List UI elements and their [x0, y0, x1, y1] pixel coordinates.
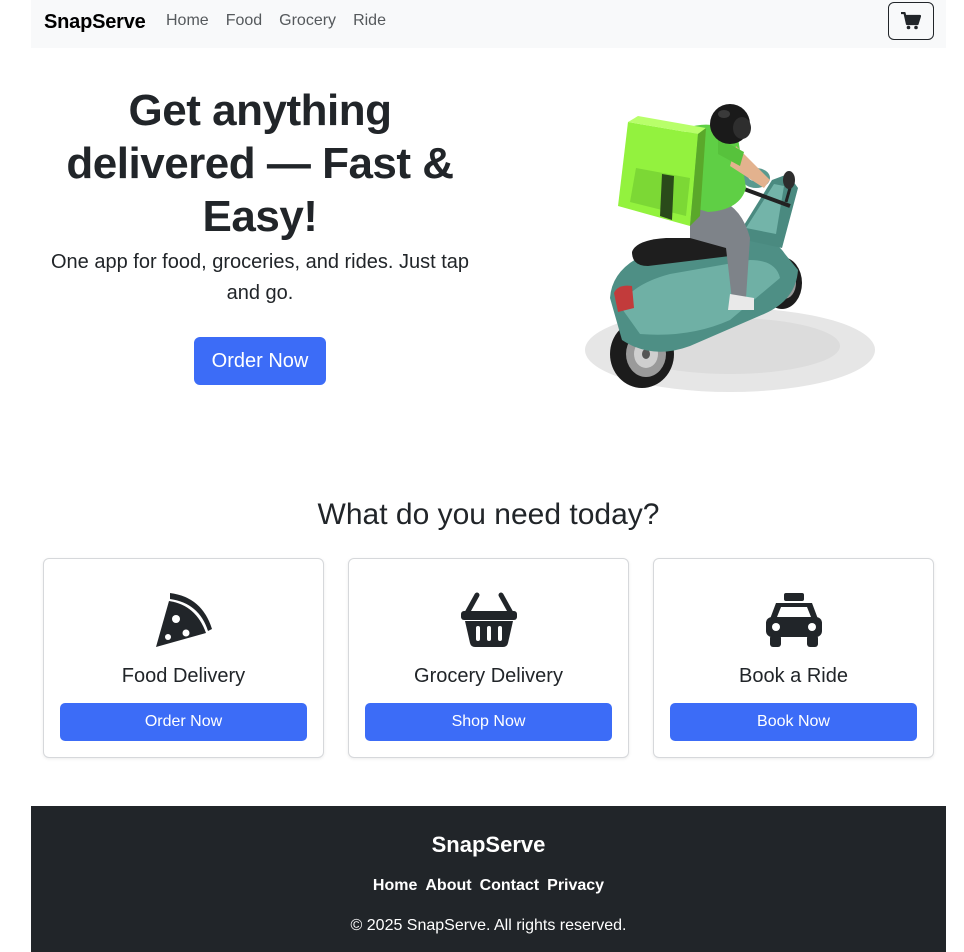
- footer-copyright: © 2025 SnapServe. All rights reserved.: [350, 917, 627, 934]
- card-title-ride: Book a Ride: [739, 665, 848, 687]
- book-ride-card: Book a Ride Book Now: [653, 558, 934, 758]
- cart-button[interactable]: [888, 2, 934, 40]
- hero-title: Get anything delivered — Fast & Easy!: [66, 86, 454, 241]
- order-now-button[interactable]: Order Now: [60, 703, 307, 741]
- cart-icon: [901, 12, 921, 30]
- brand-logo[interactable]: SnapServe: [44, 11, 146, 34]
- nav-link-grocery[interactable]: Grocery: [279, 12, 336, 30]
- footer-brand: SnapServe: [431, 832, 546, 857]
- footer-link-privacy[interactable]: Privacy: [547, 877, 604, 895]
- footer: SnapServe Home About Contact Privacy © 2…: [31, 806, 946, 952]
- scooter-rider-illustration: [585, 104, 875, 392]
- footer-link-about[interactable]: About: [425, 877, 471, 895]
- book-now-button[interactable]: Book Now: [670, 703, 917, 741]
- hero-order-now-button[interactable]: Order Now: [194, 337, 326, 385]
- hero-subtitle: One app for food, groceries, and rides. …: [50, 251, 470, 304]
- basket-icon: [460, 592, 517, 647]
- nav-link-food[interactable]: Food: [226, 12, 262, 30]
- food-delivery-card: Food Delivery Order Now: [43, 558, 324, 758]
- card-title-food: Food Delivery: [121, 665, 246, 687]
- card-title-grocery: Grocery Delivery: [414, 665, 563, 687]
- nav-link-home[interactable]: Home: [166, 12, 209, 30]
- services-title: What do you need today?: [317, 498, 660, 531]
- nav-links: Home Food Grocery Ride: [166, 12, 403, 30]
- pizza-slice-icon: [155, 593, 212, 647]
- shop-now-button[interactable]: Shop Now: [365, 703, 612, 741]
- footer-link-home[interactable]: Home: [373, 877, 417, 895]
- footer-links: Home About Contact Privacy: [31, 877, 946, 895]
- footer-link-contact[interactable]: Contact: [480, 877, 540, 895]
- hero-text: Get anything delivered — Fast & Easy! On…: [40, 84, 480, 309]
- grocery-delivery-card: Grocery Delivery Shop Now: [348, 558, 629, 758]
- navbar: SnapServe Home Food Grocery Ride: [31, 0, 946, 48]
- nav-link-ride[interactable]: Ride: [353, 12, 386, 30]
- taxi-icon: [765, 593, 822, 647]
